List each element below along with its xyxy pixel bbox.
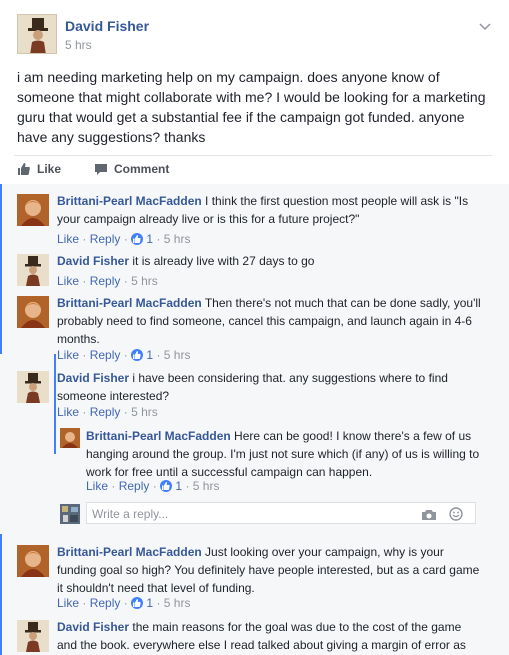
man-in-top-hat-avatar (17, 371, 49, 403)
comment-time[interactable]: 5 hrs (164, 348, 191, 362)
thumbs-up-icon (18, 163, 30, 175)
comment-reply-link[interactable]: Reply (90, 348, 121, 362)
comment-time[interactable]: 5 hrs (164, 232, 191, 246)
comment-reply-link[interactable]: Reply (90, 232, 121, 246)
post-header: David Fisher 5 hrs (17, 14, 497, 58)
separator: · (82, 348, 87, 362)
separator: · (82, 274, 87, 288)
post-text: i am needing marketing help on my campai… (17, 69, 486, 145)
separator: · (82, 596, 87, 610)
reply-author[interactable]: Brittani-Pearl MacFadden (86, 429, 231, 443)
author-avatar[interactable] (17, 14, 57, 54)
man-in-top-hat-avatar (17, 620, 49, 652)
separator: · (156, 232, 161, 246)
comment-meta: Like · Reply · 1 · 5 hrs (57, 596, 190, 610)
post-timestamp[interactable]: 5 hrs (65, 38, 92, 52)
separator: · (82, 232, 87, 246)
like-count[interactable]: 1 (146, 232, 153, 246)
comment-meta: Like · Reply · 5 hrs (57, 405, 158, 419)
comment-time[interactable]: 5 hrs (131, 405, 158, 419)
comment-meta: Like · Reply · 5 hrs (57, 274, 158, 288)
post-divider (14, 155, 492, 156)
smile-icon[interactable] (449, 507, 463, 526)
comment-button[interactable]: Comment (94, 162, 169, 176)
comment-text: it is already live with 27 days to go (132, 254, 315, 268)
separator: · (123, 348, 128, 362)
comment-author[interactable]: David Fisher (57, 371, 129, 385)
post-author-name[interactable]: David Fisher (65, 18, 149, 34)
separator: · (123, 274, 128, 288)
comment-avatar[interactable] (17, 371, 49, 403)
reply-thread-indicator (54, 354, 56, 454)
reply-time[interactable]: 5 hrs (193, 479, 220, 493)
man-in-top-hat-avatar (17, 254, 49, 286)
woman-portrait-avatar (60, 428, 80, 448)
comment-like-link[interactable]: Like (57, 274, 79, 288)
comment-author[interactable]: David Fisher (57, 620, 129, 634)
comment-author[interactable]: David Fisher (57, 254, 129, 268)
comment-avatar[interactable] (17, 545, 49, 577)
user-avatar-icon (60, 504, 80, 524)
man-in-top-hat-avatar (18, 15, 56, 53)
thumbs-up-icon (131, 349, 144, 361)
thumbs-up-icon (131, 597, 144, 609)
like-label: Like (37, 162, 62, 176)
comment-bubble-icon (95, 163, 107, 175)
separator: · (123, 232, 128, 246)
comment-avatar[interactable] (17, 296, 49, 328)
reply-meta: Like · Reply · 1 · 5 hrs (86, 479, 219, 493)
comment-meta: Like · Reply · 1 · 5 hrs (57, 232, 190, 246)
separator: · (82, 405, 87, 419)
camera-icon[interactable] (421, 508, 437, 526)
thumbs-up-icon (160, 480, 173, 492)
comment-author[interactable]: Brittani-Pearl MacFadden (57, 296, 202, 310)
comment-avatar[interactable] (17, 194, 49, 226)
chevron-down-icon[interactable] (479, 18, 491, 34)
like-count[interactable]: 1 (175, 479, 182, 493)
like-button[interactable]: Like (17, 162, 61, 176)
comment-reply-link[interactable]: Reply (90, 596, 121, 610)
comment-avatar[interactable] (17, 620, 49, 652)
comment-like-link[interactable]: Like (57, 232, 79, 246)
separator: · (111, 479, 116, 493)
comment-author[interactable]: Brittani-Pearl MacFadden (57, 194, 202, 208)
separator: · (185, 479, 190, 493)
thread-indicator (0, 534, 2, 655)
reply-like-link[interactable]: Like (86, 479, 108, 493)
like-count[interactable]: 1 (146, 348, 153, 362)
comment-author[interactable]: Brittani-Pearl MacFadden (57, 545, 202, 559)
current-user-avatar (60, 504, 80, 524)
comment-meta: Like · Reply · 1 · 5 hrs (57, 348, 190, 362)
comment-avatar[interactable] (17, 254, 49, 286)
reply-input-placeholder: Write a reply... (92, 507, 169, 521)
comments-section: Brittani-Pearl MacFadden I think the fir… (0, 184, 509, 655)
thread-indicator (0, 184, 2, 354)
like-count[interactable]: 1 (146, 596, 153, 610)
comment-like-link[interactable]: Like (57, 348, 79, 362)
comment-time[interactable]: 5 hrs (131, 274, 158, 288)
separator: · (156, 596, 161, 610)
reply-input[interactable]: Write a reply... (86, 502, 476, 524)
separator: · (152, 479, 157, 493)
comment-reply-link[interactable]: Reply (90, 405, 121, 419)
reply-avatar[interactable] (60, 428, 80, 448)
comment-like-link[interactable]: Like (57, 596, 79, 610)
separator: · (123, 596, 128, 610)
reply-reply-link[interactable]: Reply (119, 479, 150, 493)
comment-label: Comment (114, 162, 170, 176)
comment-time[interactable]: 5 hrs (164, 596, 191, 610)
woman-portrait-avatar (17, 194, 49, 226)
thumbs-up-icon (131, 233, 144, 245)
comment-like-link[interactable]: Like (57, 405, 79, 419)
woman-portrait-avatar (17, 545, 49, 577)
separator: · (123, 405, 128, 419)
separator: · (156, 348, 161, 362)
woman-portrait-avatar (17, 296, 49, 328)
comment-reply-link[interactable]: Reply (90, 274, 121, 288)
